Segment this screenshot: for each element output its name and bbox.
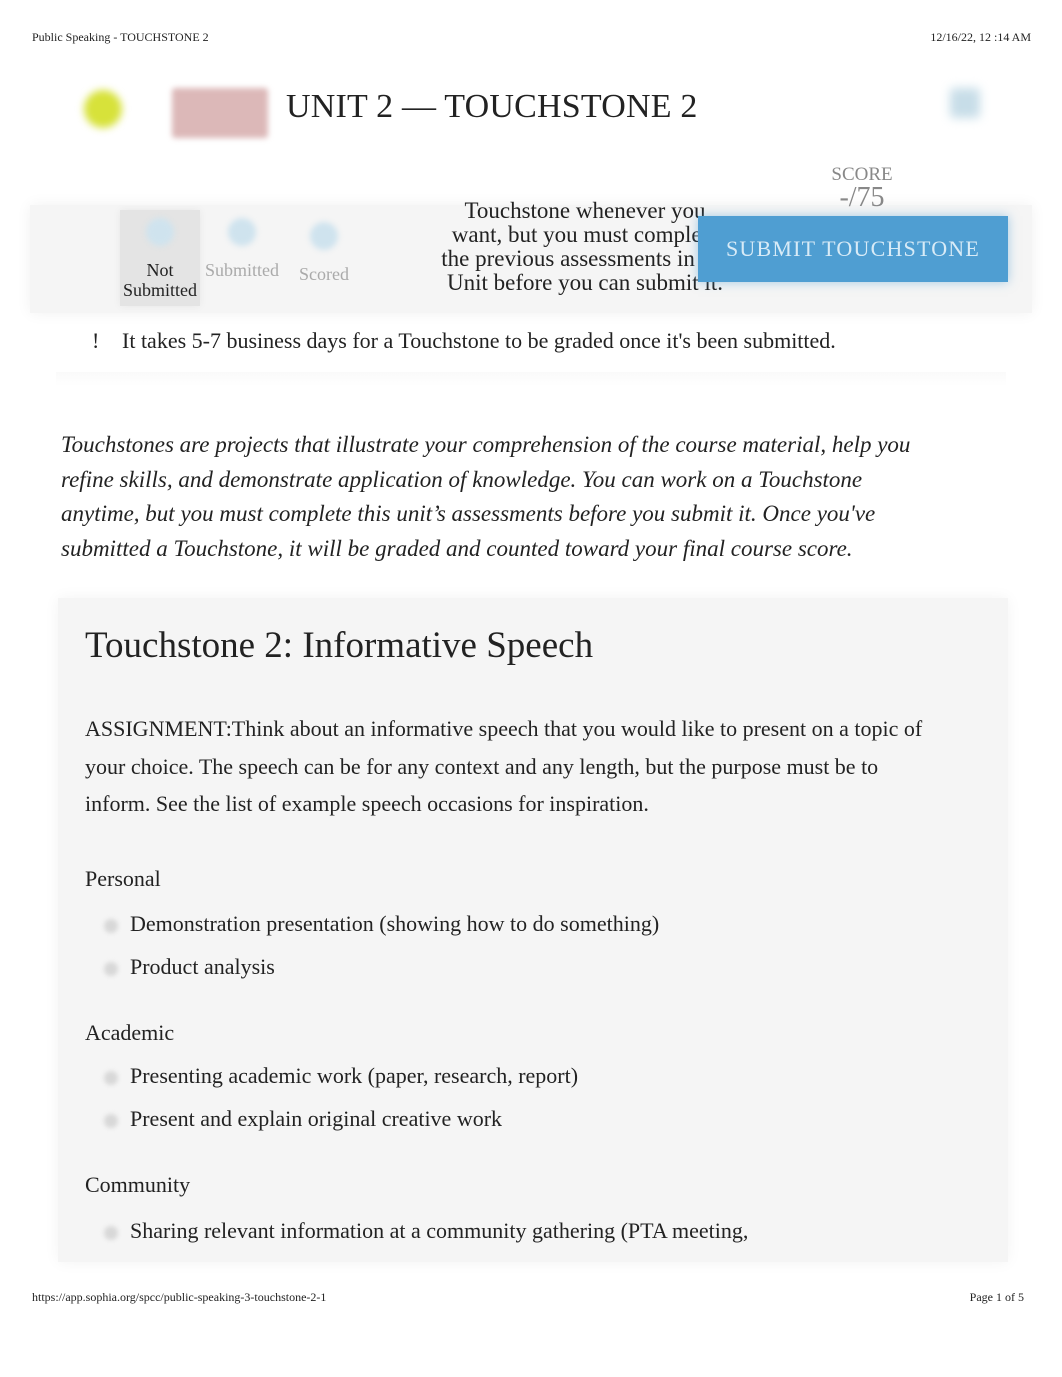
score-value: -/75 xyxy=(839,182,885,213)
sophia-logo-icon[interactable] xyxy=(84,90,122,128)
bullet-icon xyxy=(104,1114,118,1128)
grading-notice-text: It takes 5-7 business days for a Touchst… xyxy=(122,328,836,353)
list-item: Presenting academic work (paper, researc… xyxy=(104,1063,578,1089)
status-step-not-submitted: Not Submitted xyxy=(120,210,200,306)
grading-notice: ! It takes 5-7 business days for a Touchs… xyxy=(92,328,836,354)
print-footer-page: Page 1 of 5 xyxy=(969,1290,1024,1304)
help-icon[interactable] xyxy=(950,88,980,118)
status-step-label: Not Submitted xyxy=(122,260,197,300)
status-dot-icon xyxy=(228,218,256,246)
bullet-icon xyxy=(104,1226,118,1240)
bullet-icon xyxy=(104,919,118,933)
list-item: Present and explain original creative wo… xyxy=(104,1106,502,1132)
divider xyxy=(56,372,1006,386)
print-header-datetime: 12/16/22, 12 :14 AM xyxy=(930,30,1031,44)
list-item: Demonstration presentation (showing how … xyxy=(104,911,659,937)
status-step-scored: Scored xyxy=(284,214,364,284)
assignment-title: Touchstone 2: Informative Speech xyxy=(85,625,594,666)
list-item: Sharing relevant information at a commun… xyxy=(104,1218,748,1244)
page-title: UNIT 2 — TOUCHSTONE 2 xyxy=(286,88,698,125)
list-item: Product analysis xyxy=(104,954,275,980)
status-step-label: Scored xyxy=(299,264,349,284)
print-footer-url: https://app.sophia.org/spcc/public-speak… xyxy=(32,1290,327,1304)
touchstone-intro: Touchstones are projects that illustrate… xyxy=(61,432,911,561)
bullet-icon xyxy=(104,962,118,976)
submit-tooltip: Touchstone whenever you want, but you mu… xyxy=(441,198,729,295)
bullet-icon xyxy=(104,1071,118,1085)
status-dot-icon xyxy=(310,222,338,250)
status-step-label: Submitted xyxy=(204,260,279,280)
print-header-title: Public Speaking - TOUCHSTONE 2 xyxy=(32,30,209,44)
status-step-submitted: Submitted xyxy=(202,210,282,280)
category-heading: Community xyxy=(85,1172,191,1197)
status-dot-icon xyxy=(146,218,174,246)
alert-icon: ! xyxy=(92,328,100,353)
category-heading: Personal xyxy=(85,866,161,891)
course-thumbnail xyxy=(172,88,268,138)
submit-touchstone-button[interactable]: SUBMIT TOUCHSTONE xyxy=(698,216,1008,282)
category-heading: Academic xyxy=(85,1020,175,1045)
assignment-text: ASSIGNMENT:Think about an informative sp… xyxy=(85,716,923,816)
